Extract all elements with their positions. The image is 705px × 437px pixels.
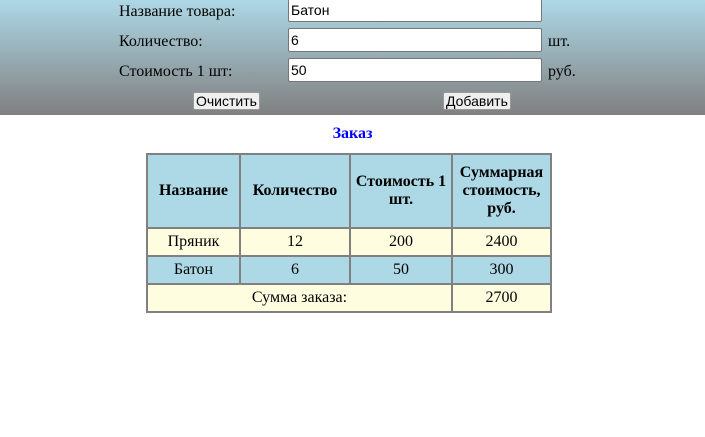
total-row: Сумма заказа: 2700 xyxy=(146,283,552,313)
price-input[interactable]: 50 xyxy=(288,58,542,82)
cell: 6 xyxy=(239,255,351,285)
header-total: Суммарная стоимость, руб. xyxy=(451,153,552,229)
add-button[interactable]: Добавить xyxy=(443,92,511,110)
qty-unit: шт. xyxy=(548,33,571,50)
cell: 200 xyxy=(349,227,453,257)
header-name: Название xyxy=(146,153,241,229)
clear-button[interactable]: Очистить xyxy=(193,92,260,110)
cell: 12 xyxy=(239,227,351,257)
table-row: Батон 6 50 300 xyxy=(146,255,552,285)
cell: 2400 xyxy=(451,227,552,257)
total-value: 2700 xyxy=(451,283,552,313)
table-row: Пряник 12 200 2400 xyxy=(146,227,552,257)
order-title: Заказ xyxy=(332,125,373,142)
name-label: Название товара: xyxy=(119,3,236,20)
order-table: Название Количество Стоимость 1 шт. Сумм… xyxy=(146,153,552,313)
price-label: Стоимость 1 шт: xyxy=(119,63,233,80)
header-price: Стоимость 1 шт. xyxy=(349,153,453,229)
qty-input[interactable]: 6 xyxy=(288,28,542,52)
table-header: Название Количество Стоимость 1 шт. Сумм… xyxy=(146,153,552,229)
price-unit: руб. xyxy=(548,63,576,80)
name-input[interactable]: Батон xyxy=(288,0,542,22)
header-qty: Количество xyxy=(239,153,351,229)
qty-label: Количество: xyxy=(119,33,203,50)
cell: Батон xyxy=(146,255,241,285)
cell: 300 xyxy=(451,255,552,285)
order-form-panel: Название товара: Батон Количество: 6 шт.… xyxy=(0,0,705,115)
total-label: Сумма заказа: xyxy=(146,283,453,313)
cell: Пряник xyxy=(146,227,241,257)
cell: 50 xyxy=(349,255,453,285)
